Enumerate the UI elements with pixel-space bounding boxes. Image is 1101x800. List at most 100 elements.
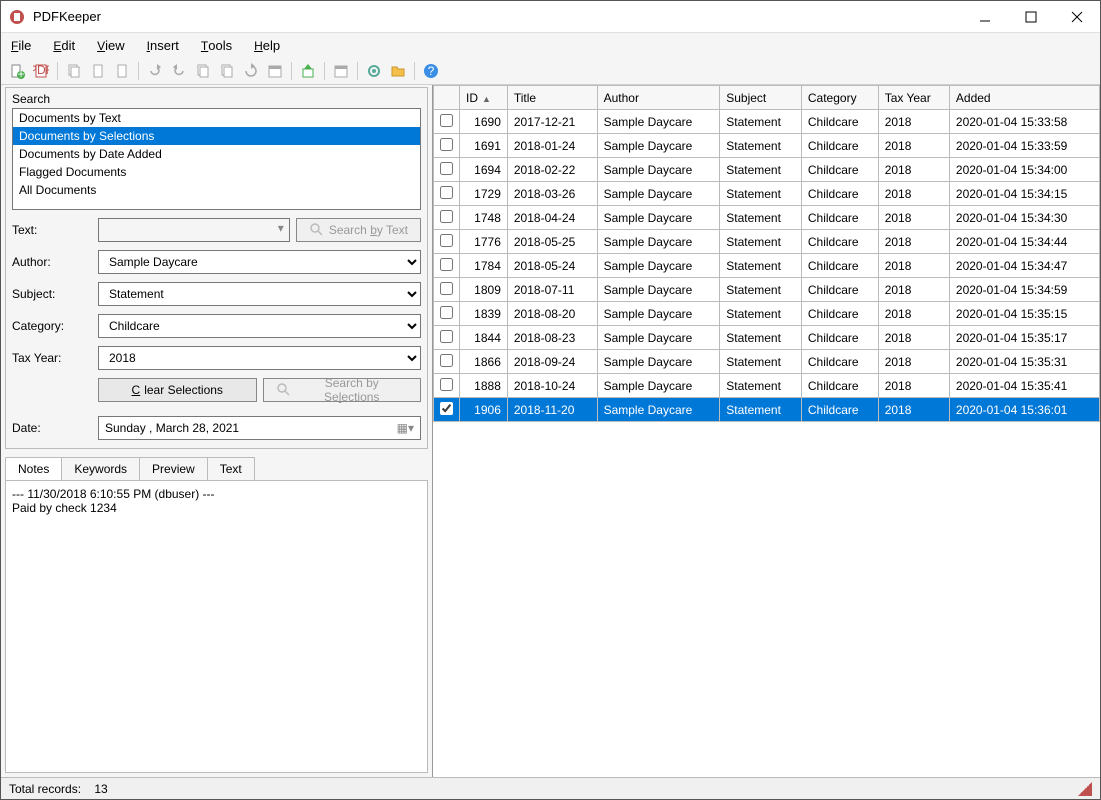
cell: 2020-01-04 15:35:17: [949, 326, 1099, 350]
cell: 2018: [878, 302, 949, 326]
tb-copy-icon[interactable]: [64, 61, 84, 81]
tb-pdf-icon[interactable]: PDF: [31, 61, 51, 81]
row-checkbox[interactable]: [440, 258, 453, 271]
grid-col-header[interactable]: Tax Year: [878, 86, 949, 110]
table-row[interactable]: 16902017-12-21Sample DaycareStatementChi…: [434, 110, 1100, 134]
date-picker[interactable]: Sunday , March 28, 2021 ▦▾: [98, 416, 421, 440]
svg-text:PDF: PDF: [33, 63, 49, 77]
cell: 2018: [878, 182, 949, 206]
table-row[interactable]: 17762018-05-25Sample DaycareStatementChi…: [434, 230, 1100, 254]
table-row[interactable]: 17482018-04-24Sample DaycareStatementChi…: [434, 206, 1100, 230]
tb-doc2-icon[interactable]: [112, 61, 132, 81]
tb-undo-icon[interactable]: [145, 61, 165, 81]
cell: 2020-01-04 15:34:59: [949, 278, 1099, 302]
grid-col-header[interactable]: ID▲: [460, 86, 508, 110]
resize-grip-icon[interactable]: [1078, 782, 1092, 796]
tab-notes[interactable]: Notes: [5, 457, 62, 480]
grid-col-header[interactable]: Title: [507, 86, 597, 110]
tb-folder-icon[interactable]: [388, 61, 408, 81]
tb-help-icon[interactable]: ?: [421, 61, 441, 81]
row-checkbox[interactable]: [440, 354, 453, 367]
row-checkbox[interactable]: [440, 378, 453, 391]
minimize-button[interactable]: [962, 1, 1008, 33]
table-row[interactable]: 19062018-11-20Sample DaycareStatementChi…: [434, 398, 1100, 422]
menu-help[interactable]: Help: [250, 36, 284, 55]
menu-file[interactable]: File: [7, 36, 35, 55]
table-row[interactable]: 18392018-08-20Sample DaycareStatementChi…: [434, 302, 1100, 326]
search-mode-item[interactable]: Documents by Selections: [13, 127, 420, 145]
table-row[interactable]: 17292018-03-26Sample DaycareStatementChi…: [434, 182, 1100, 206]
cell: 2018-08-23: [507, 326, 597, 350]
grid-col-header[interactable]: [434, 86, 460, 110]
right-panel: ID▲TitleAuthorSubjectCategoryTax YearAdd…: [433, 85, 1100, 777]
tb-refresh-icon[interactable]: [241, 61, 261, 81]
table-row[interactable]: 18882018-10-24Sample DaycareStatementChi…: [434, 374, 1100, 398]
cell: 2020-01-04 15:33:58: [949, 110, 1099, 134]
svg-text:?: ?: [428, 64, 435, 78]
category-label: Category:: [12, 319, 98, 333]
app-title: PDFKeeper: [33, 9, 962, 24]
tb-export-icon[interactable]: [298, 61, 318, 81]
subject-select[interactable]: Statement: [98, 282, 421, 306]
row-checkbox[interactable]: [440, 282, 453, 295]
tb-gear-icon[interactable]: [364, 61, 384, 81]
maximize-button[interactable]: [1008, 1, 1054, 33]
row-checkbox[interactable]: [440, 210, 453, 223]
row-checkbox[interactable]: [440, 306, 453, 319]
close-button[interactable]: [1054, 1, 1100, 33]
tb-add-pdf-icon[interactable]: +: [7, 61, 27, 81]
row-checkbox[interactable]: [440, 330, 453, 343]
tab-text[interactable]: Text: [207, 457, 255, 480]
cell: 2018: [878, 230, 949, 254]
grid-col-header[interactable]: Author: [597, 86, 720, 110]
cell: 1888: [460, 374, 508, 398]
grid-col-header[interactable]: Added: [949, 86, 1099, 110]
search-mode-item[interactable]: All Documents: [13, 181, 420, 199]
table-row[interactable]: 17842018-05-24Sample DaycareStatementChi…: [434, 254, 1100, 278]
grid-col-header[interactable]: Subject: [720, 86, 802, 110]
author-select[interactable]: Sample Daycare: [98, 250, 421, 274]
taxyear-select[interactable]: 2018: [98, 346, 421, 370]
row-checkbox[interactable]: [440, 138, 453, 151]
row-checkbox[interactable]: [440, 234, 453, 247]
tb-redo-icon[interactable]: [169, 61, 189, 81]
cell: Childcare: [801, 326, 878, 350]
search-mode-item[interactable]: Documents by Date Added: [13, 145, 420, 163]
tab-preview[interactable]: Preview: [139, 457, 208, 480]
search-mode-item[interactable]: Documents by Text: [13, 109, 420, 127]
tab-content-notes[interactable]: --- 11/30/2018 6:10:55 PM (dbuser) --- P…: [5, 480, 428, 773]
cell: 2020-01-04 15:34:47: [949, 254, 1099, 278]
row-checkbox[interactable]: [440, 162, 453, 175]
category-select[interactable]: Childcare: [98, 314, 421, 338]
menu-tools[interactable]: Tools: [197, 36, 236, 55]
row-checkbox[interactable]: [440, 402, 453, 415]
tb-doc-icon[interactable]: [88, 61, 108, 81]
search-icon: [309, 222, 325, 238]
tb-copy2-icon[interactable]: [193, 61, 213, 81]
tb-cal2-icon[interactable]: [331, 61, 351, 81]
search-mode-item[interactable]: Flagged Documents: [13, 163, 420, 181]
tb-copy3-icon[interactable]: [217, 61, 237, 81]
menu-edit[interactable]: Edit: [49, 36, 79, 55]
grid-col-header[interactable]: Category: [801, 86, 878, 110]
table-row[interactable]: 16912018-01-24Sample DaycareStatementChi…: [434, 134, 1100, 158]
table-row[interactable]: 16942018-02-22Sample DaycareStatementChi…: [434, 158, 1100, 182]
search-modes-listbox[interactable]: Documents by TextDocuments by Selections…: [12, 108, 421, 210]
tab-keywords[interactable]: Keywords: [61, 457, 140, 480]
cell: 1729: [460, 182, 508, 206]
cell: 2018-05-25: [507, 230, 597, 254]
cell: Sample Daycare: [597, 302, 720, 326]
menu-insert[interactable]: Insert: [143, 36, 183, 55]
menu-view[interactable]: View: [93, 36, 129, 55]
row-checkbox[interactable]: [440, 114, 453, 127]
table-row[interactable]: 18092018-07-11Sample DaycareStatementChi…: [434, 278, 1100, 302]
clear-selections-button[interactable]: Clear Selections: [98, 378, 257, 402]
tb-cal-icon[interactable]: [265, 61, 285, 81]
table-row[interactable]: 18662018-09-24Sample DaycareStatementChi…: [434, 350, 1100, 374]
row-checkbox[interactable]: [440, 186, 453, 199]
cell: 2018-11-20: [507, 398, 597, 422]
table-row[interactable]: 18442018-08-23Sample DaycareStatementChi…: [434, 326, 1100, 350]
cell: 2018-04-24: [507, 206, 597, 230]
toolbar: + PDF ?: [1, 57, 1100, 85]
documents-grid[interactable]: ID▲TitleAuthorSubjectCategoryTax YearAdd…: [433, 85, 1100, 422]
